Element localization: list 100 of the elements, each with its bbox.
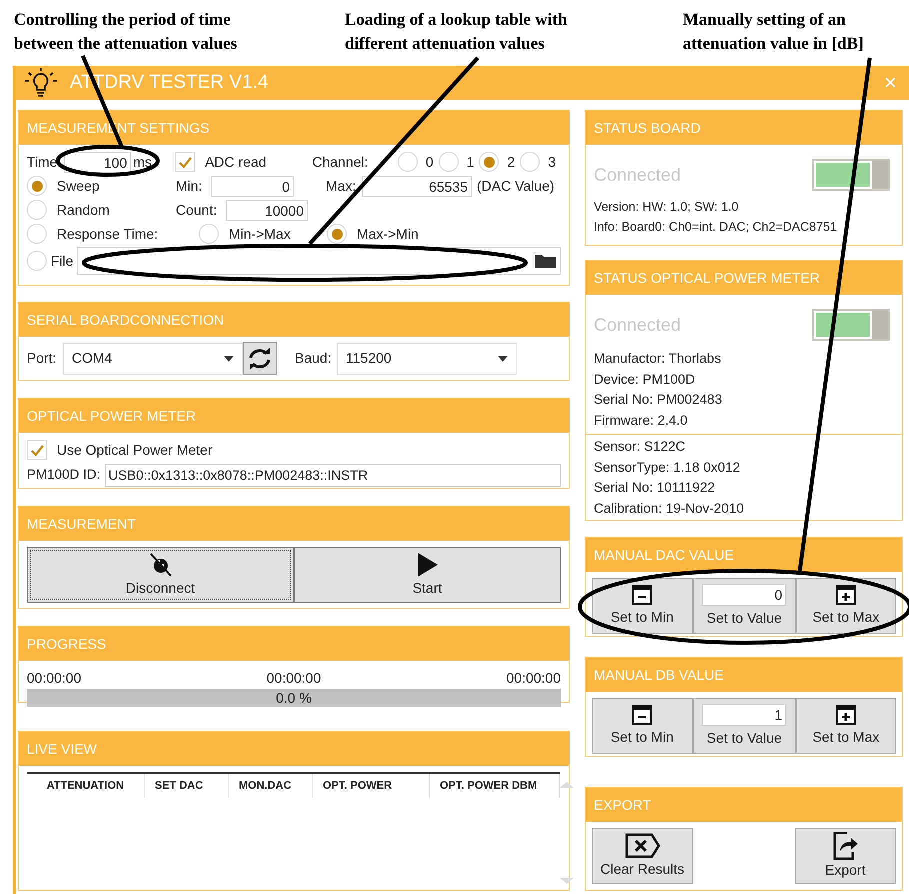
field-label: Baud: <box>295 349 333 368</box>
field-label: Max: <box>326 176 358 196</box>
field-label: Port: <box>27 349 58 368</box>
minus-icon <box>632 704 652 724</box>
radio-button[interactable] <box>27 176 47 196</box>
radio-button[interactable] <box>520 152 540 172</box>
radio-button[interactable] <box>327 224 347 244</box>
checkbox[interactable] <box>27 440 47 460</box>
checkbox-label: ADC read <box>204 152 268 172</box>
radio-label: Response Time: <box>57 224 158 244</box>
value-field[interactable]: 0 <box>702 584 786 606</box>
scroll-up-icon <box>560 782 574 788</box>
panel-title: MEASUREMENT <box>27 514 136 534</box>
info-line: Manufactor: Thorlabs <box>594 350 722 368</box>
column-header: SET DAC <box>145 774 229 798</box>
set-min-button[interactable]: Set to Min <box>592 698 693 754</box>
set-max-button[interactable]: Set to Max <box>796 698 896 754</box>
disconnect-button[interactable]: Disconnect <box>27 547 294 603</box>
checkmark-icon <box>178 156 192 168</box>
radio-label: 2 <box>507 152 516 172</box>
checkbox[interactable] <box>175 152 196 172</box>
panel-title: LIVE VIEW <box>27 740 98 758</box>
input-field[interactable]: 65535 <box>362 176 472 196</box>
caret-icon <box>498 356 508 362</box>
info-line: Serial No: PM002483 <box>594 391 724 409</box>
caret-icon <box>224 356 234 362</box>
progress-reading: 0.0 % <box>275 689 313 707</box>
export-button[interactable]: Export <box>795 828 896 884</box>
panel-title: SERIAL BOARDCONNECTION <box>27 310 224 330</box>
radio-label: Sweep <box>57 176 100 196</box>
annotation-caption: Loading of a lookup table with different attenuation values <box>345 9 568 55</box>
baud-dropdown[interactable]: 115200 <box>337 342 517 374</box>
port-dropdown[interactable]: COM4 <box>63 342 243 374</box>
field-label: Min: <box>176 176 204 196</box>
radio-label: 1 <box>466 152 474 172</box>
set-value-button[interactable]: 1 Set to Value <box>692 698 796 754</box>
info-line: Calibration: 19-Nov-2010 <box>594 500 746 518</box>
panel-title: PROGRESS <box>27 634 106 654</box>
plus-icon <box>836 704 856 724</box>
radio-button[interactable] <box>438 152 459 172</box>
radio-label: Min->Max <box>229 224 291 244</box>
radio-button[interactable] <box>27 251 47 271</box>
annotation-caption: Controlling the period of time between the attenuation values <box>14 9 238 55</box>
minus-icon <box>632 584 652 604</box>
checkmark-icon <box>30 444 44 456</box>
time-label: 00:00:00 <box>266 669 322 687</box>
info-line: Device: PM100D <box>594 370 696 388</box>
radio-label: 3 <box>548 152 556 172</box>
time-label: 00:00:00 <box>506 669 561 687</box>
info-line: Version: HW: 1.0; SW: 1.0 <box>594 199 740 216</box>
id-field[interactable]: USB0::0x1313::0x8078::PM002483::INSTR <box>104 464 561 486</box>
radio-button[interactable] <box>199 224 219 244</box>
radio-label: 0 <box>426 152 434 172</box>
radio-button[interactable] <box>27 224 47 244</box>
radio-button[interactable] <box>398 152 418 172</box>
info-line: SensorType: 1.18 0x012 <box>594 458 742 477</box>
start-button[interactable]: Start <box>294 547 561 603</box>
radio-label: File <box>51 252 74 270</box>
info-line: Sensor: S122C <box>594 438 687 456</box>
set-max-button[interactable]: Set to Max <box>796 578 896 634</box>
refresh-button[interactable] <box>243 342 277 375</box>
info-line: Serial No: 10111922 <box>594 479 716 497</box>
input-field[interactable]: 100 <box>64 152 132 172</box>
clear-icon <box>624 832 660 858</box>
scroll-down-icon <box>560 878 574 884</box>
radio-label: Random <box>57 200 110 220</box>
input-field[interactable]: 10000 <box>226 200 308 220</box>
clear-results-button[interactable]: Clear Results <box>592 828 693 884</box>
panel-title: EXPORT <box>594 796 652 814</box>
radio-label: Max->Min <box>357 224 419 244</box>
column-header: OPT. POWER <box>313 774 430 798</box>
checkbox-label: Use Optical Power Meter <box>57 440 213 460</box>
column-header: OPT. POWER DBM <box>430 774 560 798</box>
field-label: PM100D ID: <box>27 466 101 484</box>
set-value-button[interactable]: 0 Set to Value <box>692 578 796 634</box>
panel-title: MANUAL DAC VALUE <box>594 546 734 564</box>
folder-icon <box>534 253 558 269</box>
plus-icon <box>836 584 856 604</box>
input-field[interactable]: 0 <box>211 176 294 196</box>
play-icon <box>416 552 438 578</box>
unit-label: (DAC Value) <box>476 176 555 196</box>
field-label: Channel: <box>312 152 370 172</box>
radio-button[interactable] <box>27 200 47 220</box>
set-min-button[interactable]: Set to Min <box>592 578 693 634</box>
unit-label: ms <box>132 152 154 172</box>
column-header: ATTENUATION <box>27 774 145 798</box>
panel-title: OPTICAL POWER METER <box>27 406 196 426</box>
export-icon <box>832 832 858 860</box>
panel-title: STATUS BOARD <box>594 118 701 138</box>
refresh-icon <box>248 348 272 370</box>
info-line: Info: Board0: Ch0=int. DAC; Ch2=DAC8751 <box>594 219 838 236</box>
annotation-caption: Manually setting of an attenuation value in [dB] <box>683 9 865 55</box>
panel-title: MANUAL DB VALUE <box>594 666 724 684</box>
radio-button[interactable] <box>479 152 500 172</box>
field-label: Count: <box>176 200 218 220</box>
lightbulb-icon <box>24 68 58 98</box>
column-header: MON.DAC <box>229 774 313 798</box>
panel-title: STATUS OPTICAL POWER METER <box>594 268 820 288</box>
value-field[interactable]: 1 <box>702 704 786 726</box>
time-label: 00:00:00 <box>27 669 82 687</box>
